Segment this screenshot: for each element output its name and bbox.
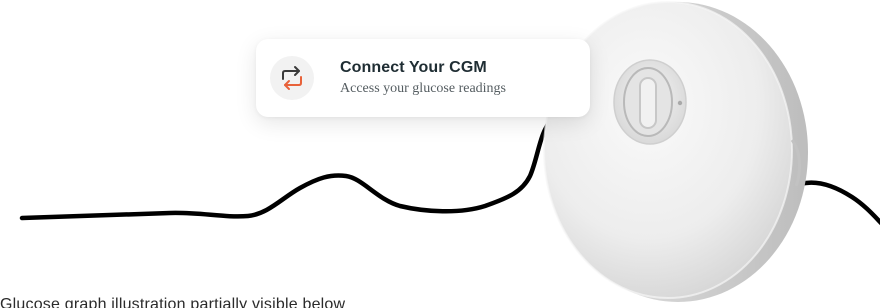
card-text: Connect Your CGM Access your glucose rea…: [340, 58, 506, 98]
cropped-caption: Glucose graph illustration partially vis…: [0, 296, 346, 308]
card-title: Connect Your CGM: [340, 59, 487, 76]
connect-cgm-card[interactable]: Connect Your CGM Access your glucose rea…: [256, 39, 590, 117]
card-subtitle: Access your glucose readings: [340, 81, 507, 96]
hero-illustration: Connect Your CGM Access your glucose rea…: [0, 0, 880, 308]
swap-arrows-icon: [270, 56, 314, 100]
